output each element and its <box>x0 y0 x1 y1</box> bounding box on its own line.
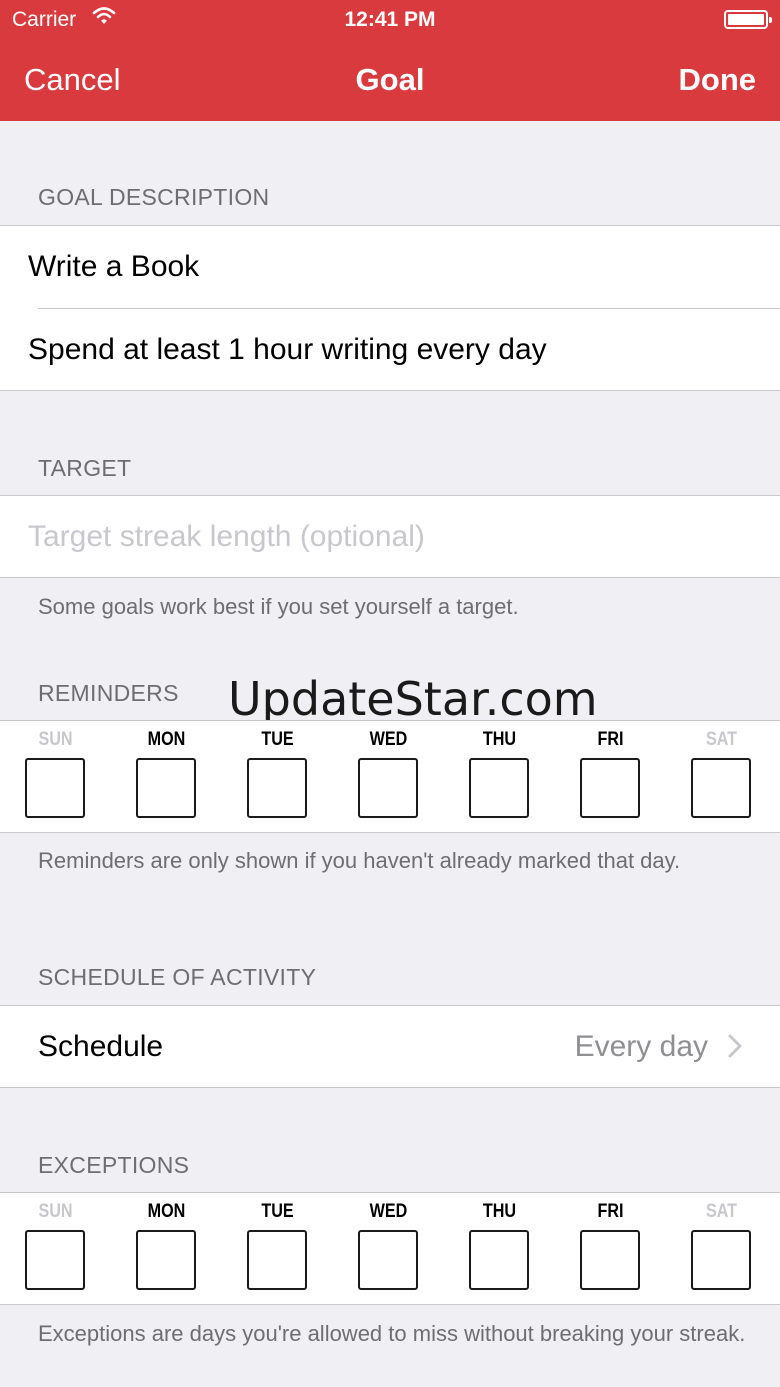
chevron-right-icon <box>728 1034 742 1063</box>
day-label: SAT <box>705 729 738 750</box>
exception-checkbox-fri[interactable] <box>580 1230 640 1290</box>
navigation-bar: Carrier 12:41 PM Cancel Goal Done <box>0 0 780 121</box>
exception-checkbox-tue[interactable] <box>247 1230 307 1290</box>
reminder-checkbox-sun[interactable] <box>25 758 85 818</box>
day-label: SUN <box>38 729 73 750</box>
exception-checkbox-mon[interactable] <box>136 1230 196 1290</box>
goal-details-field[interactable]: Spend at least 1 hour writing every day <box>28 333 547 367</box>
target-group: Target streak length (optional) <box>0 495 780 578</box>
day-label: MON <box>147 729 186 750</box>
target-header: TARGET <box>38 455 132 481</box>
day-label: TUE <box>261 1201 294 1222</box>
reminder-day-tue: TUE <box>222 721 333 832</box>
exception-day-mon: MON <box>111 1193 222 1304</box>
status-bar: Carrier 12:41 PM <box>0 0 780 40</box>
exception-checkbox-wed[interactable] <box>358 1230 418 1290</box>
target-footer: Some goals work best if you set yourself… <box>38 594 519 619</box>
day-label: THU <box>482 729 517 750</box>
exceptions-footer: Exceptions are days you're allowed to mi… <box>38 1321 746 1346</box>
reminder-day-fri: FRI <box>555 721 666 832</box>
day-label: FRI <box>597 1201 624 1222</box>
reminder-checkbox-tue[interactable] <box>247 758 307 818</box>
done-button[interactable]: Done <box>679 62 757 98</box>
reminders-day-picker: SUN MON TUE WED THU FRI SAT <box>0 721 780 832</box>
clock: 12:41 PM <box>344 8 436 31</box>
schedule-value: Every day <box>574 1030 708 1063</box>
goal-name-field[interactable]: Write a Book <box>28 250 199 284</box>
goal-description-header: GOAL DESCRIPTION <box>38 184 270 210</box>
day-label: MON <box>147 1201 186 1222</box>
goal-description-group: Write a Book Spend at least 1 hour writi… <box>0 225 780 391</box>
day-label: TUE <box>261 729 294 750</box>
exception-day-fri: FRI <box>555 1193 666 1304</box>
watermark: UpdateStar.com <box>228 672 598 726</box>
exceptions-header: EXCEPTIONS <box>38 1152 190 1178</box>
day-label: SAT <box>705 1201 738 1222</box>
reminder-checkbox-fri[interactable] <box>580 758 640 818</box>
battery-icon <box>724 10 772 29</box>
separator <box>38 308 780 309</box>
exceptions-group: SUN MON TUE WED THU FRI SAT <box>0 1192 780 1305</box>
reminder-checkbox-wed[interactable] <box>358 758 418 818</box>
reminders-header: REMINDERS <box>38 680 179 706</box>
exception-checkbox-sat[interactable] <box>691 1230 751 1290</box>
target-streak-input[interactable]: Target streak length (optional) <box>28 520 425 554</box>
reminder-day-sat: SAT <box>666 721 777 832</box>
day-label: WED <box>369 1201 408 1222</box>
reminder-checkbox-mon[interactable] <box>136 758 196 818</box>
exception-day-wed: WED <box>333 1193 444 1304</box>
schedule-label: Schedule <box>38 1030 164 1063</box>
day-label: SUN <box>38 1201 73 1222</box>
schedule-header: SCHEDULE OF ACTIVITY <box>38 964 317 990</box>
exception-day-thu: THU <box>444 1193 555 1304</box>
exceptions-day-picker: SUN MON TUE WED THU FRI SAT <box>0 1193 780 1304</box>
exception-day-tue: TUE <box>222 1193 333 1304</box>
reminder-day-mon: MON <box>111 721 222 832</box>
reminders-footer: Reminders are only shown if you haven't … <box>38 848 681 873</box>
schedule-row[interactable]: Schedule Every day <box>0 1005 780 1088</box>
exception-day-sun: SUN <box>0 1193 111 1304</box>
reminder-day-wed: WED <box>333 721 444 832</box>
day-label: WED <box>369 729 408 750</box>
reminder-day-thu: THU <box>444 721 555 832</box>
cancel-button[interactable]: Cancel <box>24 62 121 98</box>
reminder-checkbox-sat[interactable] <box>691 758 751 818</box>
exception-checkbox-thu[interactable] <box>469 1230 529 1290</box>
reminders-group: SUN MON TUE WED THU FRI SAT <box>0 720 780 833</box>
exception-checkbox-sun[interactable] <box>25 1230 85 1290</box>
reminder-checkbox-thu[interactable] <box>469 758 529 818</box>
day-label: FRI <box>597 729 624 750</box>
day-label: THU <box>482 1201 517 1222</box>
reminder-day-sun: SUN <box>0 721 111 832</box>
exception-day-sat: SAT <box>666 1193 777 1304</box>
